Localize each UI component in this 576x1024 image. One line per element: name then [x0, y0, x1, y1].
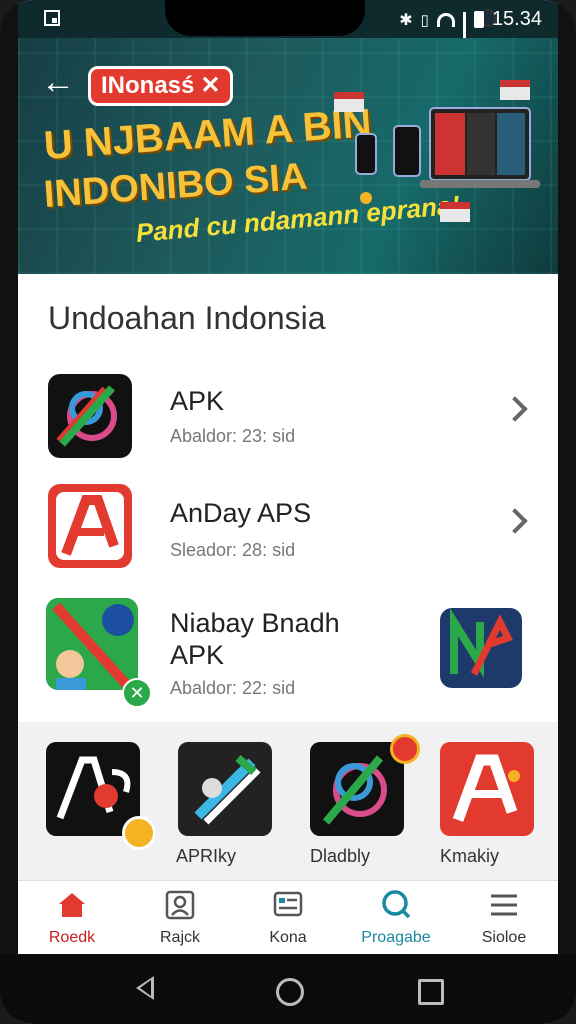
shelf-label: APRIky	[176, 846, 237, 866]
shelf-app-icon-dladbly[interactable]	[310, 742, 404, 836]
section-title: Undoahan Indonsia	[48, 300, 326, 336]
nav-label: Sioloe	[481, 929, 527, 946]
profile-icon	[165, 890, 195, 920]
nav-label: Roedk	[48, 929, 96, 946]
brand-label: INonasś	[101, 72, 195, 99]
signal-icon	[462, 11, 466, 55]
recommended-shelf: APRIky Dladbly Kmakiy	[18, 722, 558, 881]
shelf-app-icon-aprilky[interactable]	[178, 742, 272, 836]
app-icon-niabay	[46, 598, 138, 690]
status-time: 15.34	[491, 8, 542, 30]
devices-illustration	[334, 80, 540, 222]
nav-label: Kona	[269, 929, 307, 946]
item-title-line2: APK	[170, 640, 225, 670]
shelf-app-icon-kmakiy[interactable]	[440, 742, 534, 836]
badge-icon	[122, 816, 156, 850]
list-item-anday[interactable]: AnDay APS Sleador: 28: sid	[18, 470, 558, 583]
card-icon	[273, 891, 303, 917]
brand-pill[interactable]: INonasś ✕	[88, 66, 234, 106]
nav-label: Rajck	[159, 929, 200, 946]
item-subtitle: Abaldor: 22: sid	[170, 678, 296, 698]
menu-icon	[491, 894, 517, 916]
nav-item-profile[interactable]: Rajck	[126, 881, 234, 955]
item-title-line1: Niabay Bnadh	[170, 608, 340, 638]
nav-item-kona[interactable]: Kona	[234, 881, 342, 955]
status-bar: ✱ ▯ 15.34	[18, 0, 558, 55]
battery-icon	[473, 11, 484, 28]
chevron-right-icon[interactable]	[502, 508, 528, 534]
bluetooth-icon: ✱	[399, 11, 413, 29]
close-icon[interactable]: ✕	[200, 66, 220, 106]
item-title: AnDay APS	[170, 498, 312, 528]
nav-item-search[interactable]: Proagabe	[342, 881, 450, 955]
nav-item-home[interactable]: Roedk	[18, 881, 126, 955]
item-subtitle: Abaldor: 23: sid	[170, 426, 296, 446]
promo-banner[interactable]: ← INonasś ✕ U NJBAAM A BIN INDONIBO SIA …	[18, 38, 558, 274]
system-back-icon[interactable]	[136, 976, 154, 1000]
phone-frame: ✱ ▯ 15.34 ← INonasś ✕ U NJBAAM A BIN IND…	[0, 0, 576, 1024]
item-subtitle: Sleador: 28: sid	[170, 540, 296, 560]
vibrate-icon: ▯	[420, 11, 429, 29]
camera-notch	[165, 0, 497, 36]
app-icon-apk	[48, 374, 132, 458]
app-icon-np[interactable]	[440, 608, 522, 688]
item-title: APK	[170, 386, 225, 416]
list-item-niabay[interactable]: ✕ Niabay Bnadh APK Abaldor: 22: sid	[18, 582, 558, 722]
system-navigation-bar	[0, 954, 576, 1024]
system-home-icon[interactable]	[276, 978, 304, 1006]
uninstall-badge-icon[interactable]: ✕	[122, 678, 152, 708]
nav-item-menu[interactable]: Sioloe	[450, 881, 558, 955]
chevron-right-icon[interactable]	[502, 396, 528, 422]
screen: ✱ ▯ 15.34 ← INonasś ✕ U NJBAAM A BIN IND…	[18, 0, 558, 1024]
home-icon	[59, 893, 85, 917]
system-recents-icon[interactable]	[418, 979, 444, 1005]
wifi-icon	[436, 12, 455, 27]
nav-label: Proagabe	[361, 929, 431, 946]
app-icon-anday	[48, 484, 132, 568]
shelf-label: Kmakiy	[440, 846, 500, 866]
bottom-navigation: Roedk Rajck Kona Proagabe Sioloe	[18, 880, 558, 955]
back-arrow-icon[interactable]: ←	[40, 65, 76, 102]
shelf-label: Dladbly	[310, 846, 371, 866]
gallery-notification-icon	[44, 10, 60, 26]
section-header: Undoahan Indonsia	[18, 274, 558, 359]
badge-icon	[390, 734, 420, 764]
list-item-apk[interactable]: APK Abaldor: 23: sid	[18, 358, 558, 471]
search-icon	[382, 890, 411, 919]
